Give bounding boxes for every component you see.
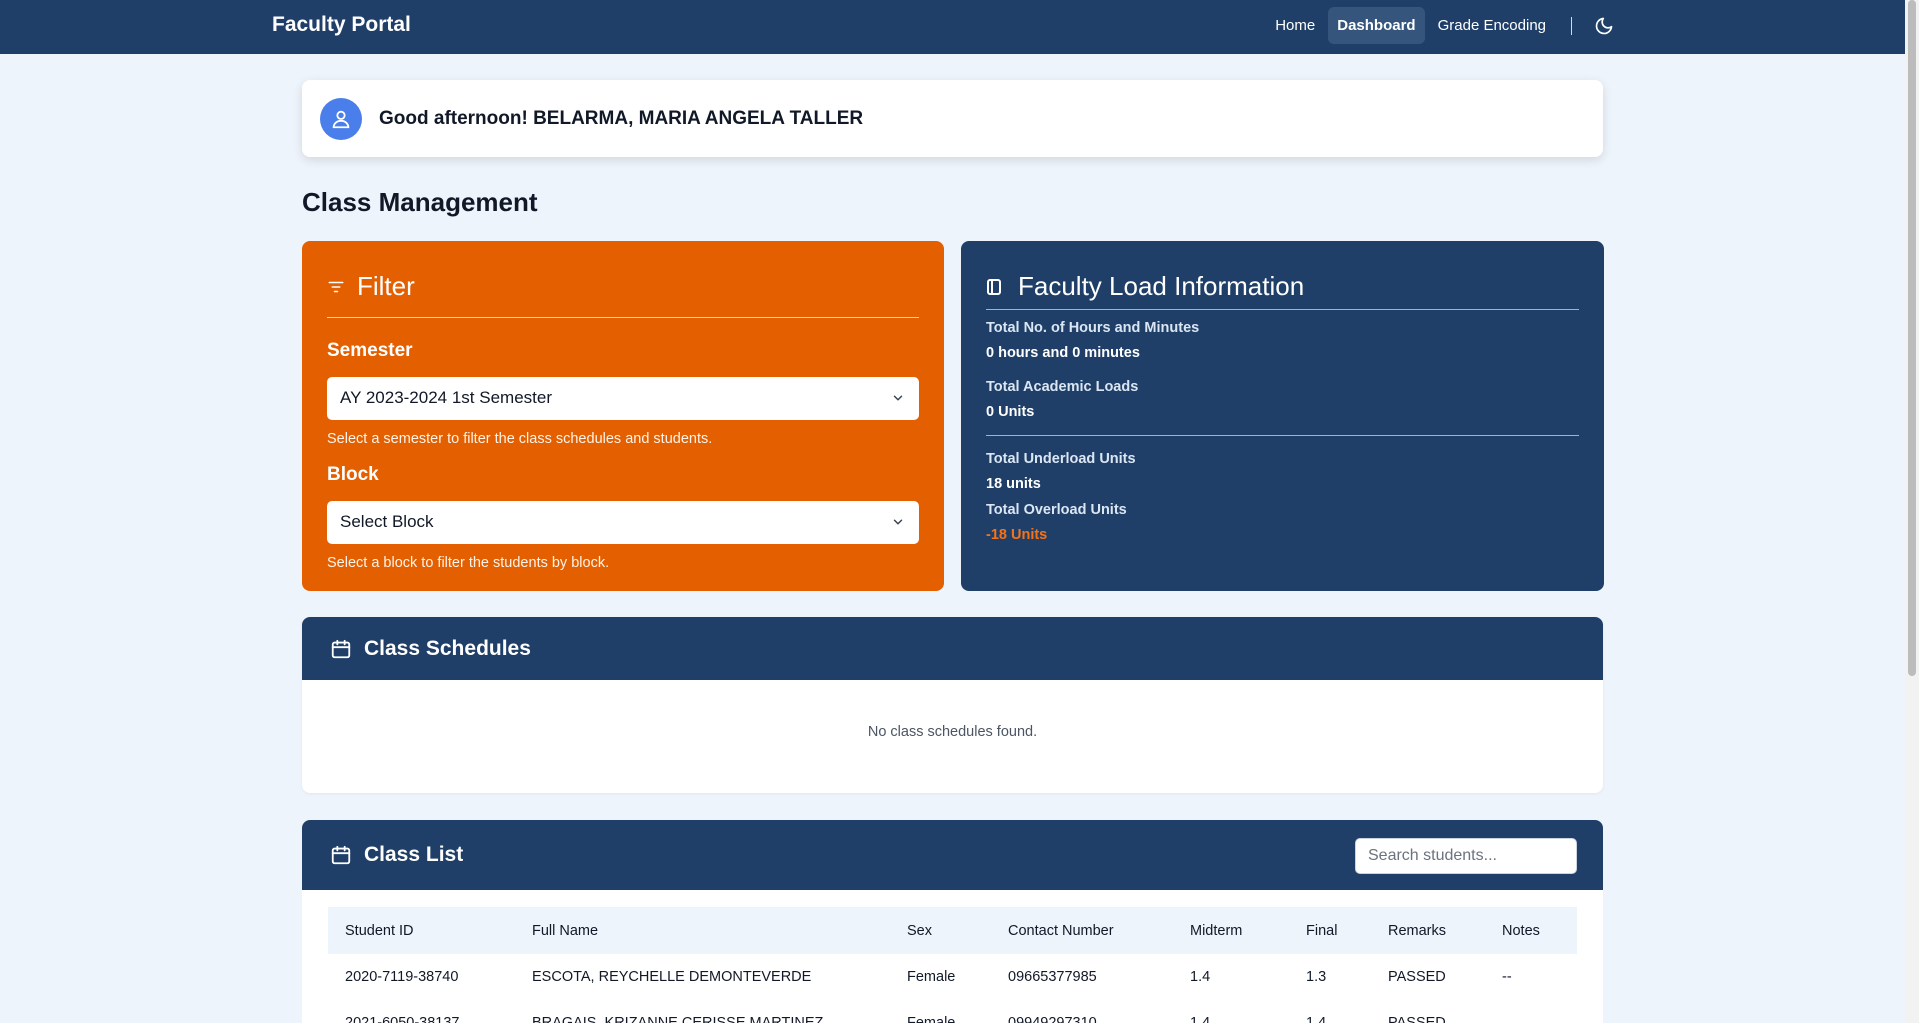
column-header: Final [1306, 922, 1338, 939]
class-list-heading: Class List [330, 843, 463, 867]
semester-help: Select a semester to filter the class sc… [327, 431, 713, 447]
block-select-value: Select Block [340, 512, 434, 531]
panel-icon [987, 278, 1001, 295]
avatar [320, 98, 362, 140]
nav-dashboard-link[interactable]: Dashboard [1328, 7, 1425, 44]
sex-cell: Female [907, 1015, 956, 1023]
faculty-load-header: Faculty Load Information [986, 271, 1304, 302]
sex-cell: Female [907, 969, 956, 985]
block-label: Block [327, 464, 379, 485]
table-header-row: Student ID Full Name Sex Contact Number … [328, 907, 1577, 954]
filter-header: Filter [327, 271, 415, 302]
column-header: Notes [1502, 922, 1540, 939]
semester-select[interactable]: AY 2023-2024 1st Semester [327, 377, 919, 420]
student-id-cell: 2020-7119-38740 [345, 969, 459, 985]
remarks-cell: PASSED [1388, 969, 1446, 985]
load-divider-mid [986, 435, 1579, 436]
column-header: Contact Number [1008, 922, 1114, 939]
notes-cell [1485, 1000, 1577, 1023]
final-cell: 1.3 [1306, 969, 1327, 985]
underload-label: Total Underload Units [986, 451, 1136, 467]
filter-icon [328, 281, 344, 292]
nav-home-link[interactable]: Home [1266, 7, 1324, 44]
column-header: Full Name [532, 922, 599, 939]
semester-label: Semester [327, 340, 413, 361]
midterm-cell: 1.4 [1190, 1015, 1211, 1023]
class-schedules-heading: Class Schedules [330, 637, 531, 661]
hours-label: Total No. of Hours and Minutes [986, 320, 1200, 336]
column-header: Midterm [1190, 922, 1243, 939]
filter-card: Filter Semester AY 2023-2024 1st Semeste… [302, 241, 944, 591]
faculty-load-card: Faculty Load Information Total No. of Ho… [961, 241, 1604, 591]
brand-title[interactable]: Faculty Portal [272, 13, 411, 37]
column-header: Student ID [345, 922, 414, 939]
academic-load-value: 0 Units [986, 404, 1035, 420]
chevron-down-icon [893, 519, 903, 525]
nav-grade-encoding-link[interactable]: Grade Encoding [1429, 7, 1555, 44]
greeting-card: Good afternoon! BELARMA, MARIA ANGELA TA… [302, 80, 1603, 157]
student-id-cell: 2021-6050-38137 [345, 1015, 460, 1023]
top-navbar: Faculty Portal Home Dashboard Grade Enco… [0, 0, 1905, 54]
academic-load-label: Total Academic Loads [986, 379, 1139, 395]
filter-title: Filter [357, 271, 415, 301]
calendar-icon [331, 845, 351, 865]
empty-schedules-message: No class schedules found. [867, 724, 1038, 740]
overload-label: Total Overload Units [986, 502, 1127, 518]
class-list-card: Class List Student ID Full Name Sex Cont… [302, 820, 1603, 1023]
scrollbar-thumb[interactable] [1908, 0, 1916, 676]
semester-select-value: AY 2023-2024 1st Semester [340, 388, 553, 407]
faculty-load-title: Faculty Load Information [1018, 271, 1305, 301]
page-scrollbar[interactable] [1905, 0, 1919, 1023]
theme-toggle-button[interactable] [1594, 16, 1614, 36]
moon-icon [1595, 17, 1613, 34]
chevron-down-icon [893, 395, 903, 401]
nav-divider [1571, 16, 1572, 35]
table-row[interactable]: 2021-6050-38137 BRAGAIS, KRIZANNE CERISS… [328, 1000, 1577, 1023]
class-list-table: Student ID Full Name Sex Contact Number … [328, 907, 1577, 1023]
class-schedules-title: Class Schedules [364, 637, 531, 660]
page-title: Class Management [302, 187, 538, 217]
remarks-cell: PASSED [1388, 1015, 1446, 1023]
block-select[interactable]: Select Block [327, 501, 919, 544]
filter-divider [327, 317, 919, 318]
final-cell: 1.4 [1306, 1015, 1327, 1023]
nav-links: Home Dashboard Grade Encoding [1266, 7, 1614, 44]
notes-cell: -- [1502, 969, 1512, 985]
full-name-cell: ESCOTA, REYCHELLE DEMONTEVERDE [532, 969, 812, 985]
column-header: Sex [907, 922, 932, 939]
contact-number-cell: 09665377985 [1008, 969, 1097, 985]
column-header: Remarks [1388, 922, 1447, 939]
class-list-header: Class List [302, 820, 1603, 890]
table-row[interactable]: 2020-7119-38740 ESCOTA, REYCHELLE DEMONT… [328, 954, 1577, 1000]
class-list-title: Class List [364, 843, 464, 866]
underload-value: 18 units [986, 476, 1041, 492]
class-schedules-card: Class Schedules No class schedules found… [302, 617, 1603, 793]
overload-value: -18 Units [986, 527, 1048, 543]
class-schedules-header: Class Schedules [302, 617, 1603, 680]
midterm-cell: 1.4 [1190, 969, 1211, 985]
user-icon [332, 110, 350, 129]
calendar-icon [331, 639, 351, 659]
search-students-input[interactable] [1355, 838, 1577, 874]
load-divider-top [986, 309, 1579, 310]
hours-value: 0 hours and 0 minutes [986, 345, 1140, 361]
contact-number-cell: 09949297310 [1008, 1015, 1097, 1023]
greeting-text: Good afternoon! BELARMA, MARIA ANGELA TA… [379, 108, 864, 129]
full-name-cell: BRAGAIS, KRIZANNE CERISSE MARTINEZ [532, 1015, 824, 1023]
block-help: Select a block to filter the students by… [327, 555, 610, 571]
